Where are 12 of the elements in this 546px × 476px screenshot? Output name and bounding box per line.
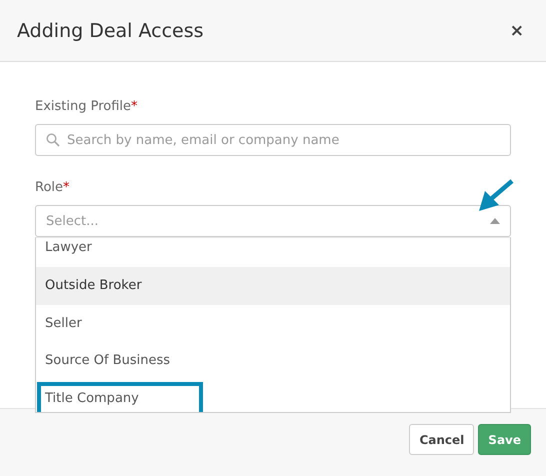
dropdown-option[interactable]: Seller xyxy=(36,304,510,342)
dropdown-option[interactable]: Lawyer xyxy=(36,238,510,267)
close-button[interactable]: × xyxy=(510,20,524,40)
field-label: Role* xyxy=(35,180,70,195)
caret-icon xyxy=(490,218,500,224)
dropdown-option[interactable]: Source Of Business xyxy=(36,342,510,380)
search-icon xyxy=(46,133,60,147)
search-field[interactable]: Search by name, email or company name xyxy=(35,124,511,156)
field-label: Existing Profile* xyxy=(35,99,138,114)
dropdown-option[interactable]: Outside Broker xyxy=(36,267,510,304)
dialog-title: Adding Deal Access xyxy=(17,20,204,42)
cancel-button[interactable]: Cancel xyxy=(409,424,474,455)
